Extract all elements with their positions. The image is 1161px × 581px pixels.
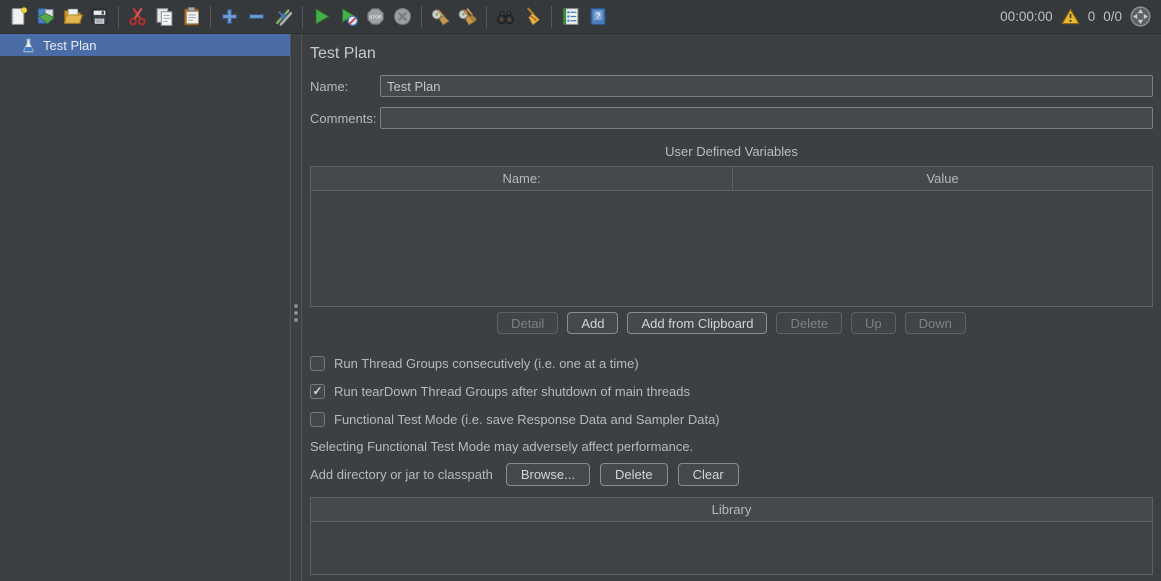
toolbar-separator — [302, 6, 303, 28]
add-button[interactable]: Add — [567, 312, 618, 334]
clear-all-icon[interactable] — [454, 3, 481, 30]
toolbar-separator — [118, 6, 119, 28]
clear-icon[interactable] — [427, 3, 454, 30]
page-title: Test Plan — [310, 45, 1153, 63]
udv-column-value: Value — [733, 167, 1152, 190]
templates-icon[interactable] — [32, 3, 59, 30]
classpath-row: Add directory or jar to classpath Browse… — [310, 463, 1153, 486]
delete-classpath-button[interactable]: Delete — [600, 463, 668, 486]
test-plan-tree: Test Plan — [0, 34, 290, 581]
name-field-row: Name: — [310, 75, 1153, 97]
add-from-clipboard-button[interactable]: Add from Clipboard — [627, 312, 767, 334]
run-consecutively-option[interactable]: ✓ Run Thread Groups consecutively (i.e. … — [310, 355, 1153, 371]
search-icon[interactable] — [492, 3, 519, 30]
functional-mode-label: Functional Test Mode (i.e. save Response… — [334, 412, 720, 427]
stop-icon[interactable]: STOP — [362, 3, 389, 30]
functional-mode-note: Selecting Functional Test Mode may adver… — [310, 439, 1153, 454]
name-label: Name: — [310, 79, 380, 94]
test-plan-panel: Test Plan Name: Comments: User Defined V… — [302, 34, 1161, 581]
udv-table: Name: Value — [310, 166, 1153, 307]
tree-item-test-plan[interactable]: Test Plan — [0, 34, 290, 56]
name-input[interactable] — [380, 75, 1153, 97]
toggle-icon[interactable] — [270, 3, 297, 30]
functional-mode-option[interactable]: ✓ Functional Test Mode (i.e. save Respon… — [310, 411, 1153, 427]
browse-button[interactable]: Browse... — [506, 463, 590, 486]
run-teardown-label: Run tearDown Thread Groups after shutdow… — [334, 384, 690, 399]
run-options: ✓ Run Thread Groups consecutively (i.e. … — [310, 355, 1153, 427]
elapsed-time: 00:00:00 — [1000, 9, 1053, 24]
udv-column-name: Name: — [311, 167, 733, 190]
open-file-icon[interactable] — [59, 3, 86, 30]
shutdown-icon[interactable] — [389, 3, 416, 30]
help-icon[interactable]: ? — [584, 3, 611, 30]
clear-classpath-button[interactable]: Clear — [678, 463, 739, 486]
svg-text:?: ? — [595, 10, 600, 20]
start-icon[interactable] — [308, 3, 335, 30]
library-table-header: Library — [311, 498, 1152, 521]
down-button[interactable]: Down — [905, 312, 966, 334]
run-teardown-option[interactable]: ✓ Run tearDown Thread Groups after shutd… — [310, 383, 1153, 399]
paste-icon[interactable] — [178, 3, 205, 30]
udv-table-header: Name: Value — [311, 167, 1152, 190]
udv-button-row: Detail Add Add from Clipboard Delete Up … — [310, 312, 1153, 334]
expand-all-icon[interactable] — [216, 3, 243, 30]
splitter-grip-icon[interactable] — [294, 304, 298, 322]
library-table-body[interactable] — [311, 521, 1152, 574]
copy-icon[interactable] — [151, 3, 178, 30]
comments-label: Comments: — [310, 111, 380, 126]
udv-section-title: User Defined Variables — [310, 144, 1153, 159]
comments-input[interactable] — [380, 107, 1153, 129]
toolbar-separator — [486, 6, 487, 28]
new-file-icon[interactable] — [5, 3, 32, 30]
log-error-count: 0 — [1088, 9, 1096, 24]
collapse-all-icon[interactable] — [243, 3, 270, 30]
function-helper-icon[interactable] — [557, 3, 584, 30]
save-icon[interactable] — [86, 3, 113, 30]
delete-variable-button[interactable]: Delete — [776, 312, 842, 334]
detail-button[interactable]: Detail — [497, 312, 558, 334]
svg-text:STOP: STOP — [369, 14, 381, 19]
tree-splitter[interactable] — [290, 34, 302, 581]
start-no-timers-icon[interactable] — [335, 3, 362, 30]
library-column-header: Library — [311, 498, 1152, 521]
classpath-label: Add directory or jar to classpath — [310, 467, 493, 482]
test-plan-flask-icon — [21, 38, 36, 53]
active-threads: 0/0 — [1103, 9, 1122, 24]
status-area: 00:00:00 0 0/0 — [1000, 6, 1151, 27]
functional-mode-checkbox[interactable]: ✓ — [310, 412, 325, 427]
cut-icon[interactable] — [124, 3, 151, 30]
udv-table-body[interactable] — [311, 190, 1152, 306]
threads-indicator-icon — [1130, 6, 1151, 27]
up-button[interactable]: Up — [851, 312, 896, 334]
tree-item-label: Test Plan — [43, 38, 96, 53]
toolbar-separator — [210, 6, 211, 28]
warning-icon[interactable] — [1061, 8, 1080, 25]
comments-field-row: Comments: — [310, 107, 1153, 129]
run-teardown-checkbox[interactable]: ✓ — [310, 384, 325, 399]
toolbar: STOP ? 00:00:00 0 0/0 — [0, 0, 1161, 34]
run-consecutively-label: Run Thread Groups consecutively (i.e. on… — [334, 356, 639, 371]
reset-search-icon[interactable] — [519, 3, 546, 30]
library-table: Library — [310, 497, 1153, 575]
toolbar-separator — [421, 6, 422, 28]
run-consecutively-checkbox[interactable]: ✓ — [310, 356, 325, 371]
toolbar-separator — [551, 6, 552, 28]
